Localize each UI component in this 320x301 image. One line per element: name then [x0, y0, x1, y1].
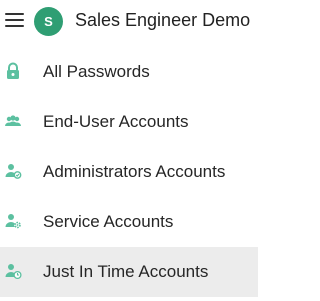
- org-avatar[interactable]: S: [34, 7, 63, 36]
- nav-label: Just In Time Accounts: [43, 262, 209, 281]
- nav-item-administrators-accounts[interactable]: Administrators Accounts: [0, 147, 258, 197]
- panel-header: S Sales Engineer Demo: [0, 0, 258, 44]
- nav-label: All Passwords: [43, 62, 150, 81]
- nav-list: All Passwords End-User Accounts Administ…: [0, 47, 258, 297]
- nav-label: Administrators Accounts: [43, 162, 226, 181]
- nav-label: Service Accounts: [43, 212, 174, 231]
- users-icon: [5, 115, 21, 126]
- nav-item-service-accounts[interactable]: Service Accounts: [0, 197, 258, 247]
- navigation-panel: S Sales Engineer Demo All Passwords End-…: [0, 0, 258, 301]
- nav-label: End-User Accounts: [43, 112, 189, 131]
- nav-item-end-user-accounts[interactable]: End-User Accounts: [0, 97, 258, 147]
- hamburger-menu-icon[interactable]: [5, 13, 24, 29]
- org-name[interactable]: Sales Engineer Demo: [75, 10, 250, 31]
- service-account-icon: [5, 214, 21, 229]
- jit-account-icon: [5, 264, 22, 280]
- admin-user-icon: [5, 164, 22, 179]
- lock-icon: [7, 62, 19, 79]
- nav-item-just-in-time-accounts[interactable]: Just In Time Accounts: [0, 247, 258, 297]
- nav-item-all-passwords[interactable]: All Passwords: [0, 47, 258, 97]
